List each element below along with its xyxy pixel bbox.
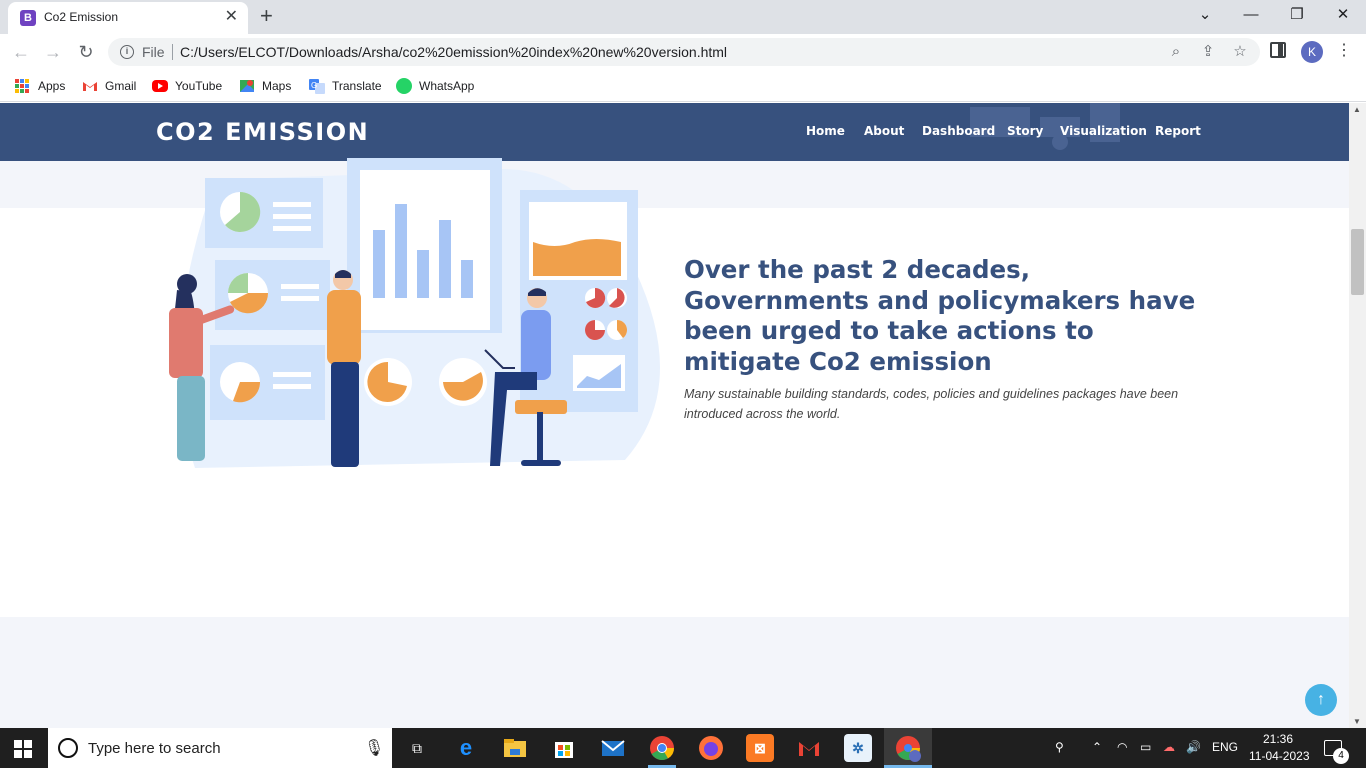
bookmark-gmail[interactable]: Gmail <box>82 77 136 95</box>
whatsapp-icon <box>396 78 412 94</box>
address-separator <box>172 44 173 60</box>
battery-icon[interactable]: ▭ <box>1140 740 1151 754</box>
browser-toolbar: ← → ↻ i File C:/Users/ELCOT/Downloads/Ar… <box>0 34 1366 70</box>
tray-chevron-up-icon[interactable]: ⌃ <box>1092 740 1102 754</box>
bookmark-youtube[interactable]: YouTube <box>152 77 222 95</box>
url-text[interactable]: C:/Users/ELCOT/Downloads/Arsha/co2%20emi… <box>180 44 727 60</box>
microphone-icon[interactable]: 🎙 <box>364 738 384 758</box>
new-tab-button[interactable]: + <box>260 5 273 27</box>
chrome-profile-icon[interactable] <box>894 734 922 762</box>
side-panel-icon[interactable] <box>1270 42 1286 58</box>
scrollbar-thumb[interactable] <box>1351 229 1364 295</box>
volume-icon[interactable]: 🔊 <box>1186 740 1201 754</box>
nav-about[interactable]: About <box>864 124 904 138</box>
zoom-search-icon[interactable]: ⌕ <box>1167 43 1185 61</box>
close-window-button[interactable]: ✕ <box>1333 6 1353 24</box>
youtube-icon <box>152 80 168 92</box>
site-info-icon[interactable]: i <box>120 45 134 59</box>
menu-kebab-icon[interactable]: ⋮ <box>1336 42 1352 60</box>
task-view-icon[interactable]: ⧉ <box>403 734 431 762</box>
apps-grid-icon <box>15 79 29 93</box>
profile-avatar[interactable]: K <box>1301 41 1323 63</box>
bootstrap-favicon-icon: B <box>20 10 36 26</box>
forward-arrow-icon[interactable]: → <box>42 41 64 63</box>
nav-report[interactable]: Report <box>1155 124 1201 138</box>
reload-icon[interactable]: ↻ <box>75 41 97 63</box>
nav-story[interactable]: Story <box>1007 124 1043 138</box>
bookmark-label: Translate <box>332 79 382 93</box>
onedrive-error-icon[interactable]: ☁ <box>1163 740 1175 754</box>
page-scrollbar[interactable]: ▲ ▼ <box>1349 103 1366 728</box>
windows-taskbar: Type here to search 🎙 ⧉ e ⊠ ✲ ⚲ ⌃ ◠ ▭ ☁ … <box>0 728 1366 768</box>
maps-icon <box>239 78 255 94</box>
browser-tab[interactable]: B Co2 Emission ✕ <box>8 2 248 34</box>
bookmark-label: Apps <box>38 79 66 93</box>
snipping-tool-icon[interactable]: ✲ <box>844 734 872 762</box>
language-indicator[interactable]: ENG <box>1212 740 1238 754</box>
tab-title: Co2 Emission <box>44 10 119 24</box>
svg-text:G: G <box>311 81 317 90</box>
wifi-icon[interactable]: ◠ <box>1117 740 1127 754</box>
notification-count-badge: 4 <box>1333 748 1349 764</box>
minimize-button[interactable]: — <box>1241 6 1261 24</box>
close-tab-icon[interactable]: ✕ <box>225 8 238 26</box>
nav-home[interactable]: Home <box>806 124 845 138</box>
bookmark-label: YouTube <box>175 79 223 93</box>
nav-dashboard[interactable]: Dashboard <box>922 124 995 138</box>
file-scheme-label: File <box>142 44 165 60</box>
bookmark-label: Maps <box>262 79 292 93</box>
bookmark-maps[interactable]: Maps <box>239 77 291 95</box>
about-headline: Over the past 2 decades, Governments and… <box>684 255 1196 376</box>
firefox-icon[interactable] <box>697 734 725 762</box>
restore-button[interactable]: ❐ <box>1287 6 1307 24</box>
bookmark-label: Gmail <box>105 79 137 93</box>
about-subtext: Many sustainable building standards, cod… <box>684 387 1179 421</box>
scroll-down-arrow-icon[interactable]: ▼ <box>1353 717 1361 726</box>
mail-icon[interactable] <box>599 734 627 762</box>
edge-icon[interactable]: e <box>452 734 480 762</box>
gmail-taskbar-icon[interactable] <box>795 734 823 762</box>
clock-time[interactable]: 21:36 <box>1263 732 1293 746</box>
clock-date[interactable]: 11-04-2023 <box>1249 749 1310 763</box>
bookmarks-bar: Apps Gmail YouTube Maps G Translate What… <box>0 70 1366 102</box>
translate-icon: G <box>309 78 325 94</box>
bookmark-apps[interactable]: Apps <box>15 77 65 95</box>
nav-visualization[interactable]: Visualization <box>1060 124 1147 138</box>
bookmark-whatsapp[interactable]: WhatsApp <box>396 77 474 95</box>
gmail-icon <box>82 78 98 94</box>
data-analytics-illustration <box>169 158 660 468</box>
store-icon[interactable] <box>550 734 578 762</box>
share-icon[interactable]: ⇪ <box>1199 43 1217 61</box>
taskbar-search-box[interactable]: Type here to search 🎙 <box>48 728 392 768</box>
bookmark-star-icon[interactable]: ☆ <box>1231 43 1249 61</box>
bookmark-label: WhatsApp <box>419 79 475 93</box>
bookmark-translate[interactable]: G Translate <box>309 77 382 95</box>
people-icon[interactable]: ⚲ <box>1055 740 1064 754</box>
file-explorer-icon[interactable] <box>501 734 529 762</box>
address-bar[interactable]: i File C:/Users/ELCOT/Downloads/Arsha/co… <box>108 38 1260 66</box>
chrome-icon[interactable] <box>648 734 676 762</box>
tab-search-chevron-icon[interactable]: ⌄ <box>1195 6 1215 24</box>
cortana-circle-icon <box>58 738 78 758</box>
windows-start-icon[interactable] <box>14 740 32 758</box>
xampp-icon[interactable]: ⊠ <box>746 734 774 762</box>
site-logo[interactable]: CO2 EMISSION <box>156 118 369 146</box>
tab-strip: B Co2 Emission ✕ + ⌄ — ❐ ✕ <box>0 0 1366 34</box>
search-placeholder: Type here to search <box>88 740 221 757</box>
back-to-top-button[interactable]: ↑ <box>1305 684 1337 716</box>
scroll-up-arrow-icon[interactable]: ▲ <box>1353 105 1361 114</box>
back-arrow-icon[interactable]: ← <box>10 41 32 63</box>
